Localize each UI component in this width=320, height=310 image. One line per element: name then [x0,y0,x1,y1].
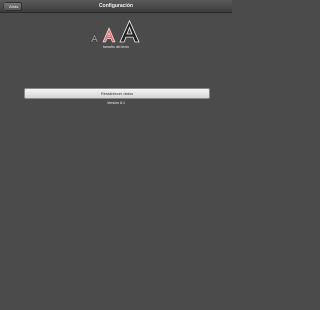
version-label: Versión 8.1 [107,101,125,105]
page-title: Configuración [99,3,133,9]
font-size-large-icon[interactable] [119,20,140,43]
font-size-medium-icon[interactable] [102,27,116,43]
font-size-selector [88,20,144,46]
font-size-small-icon[interactable] [90,33,99,43]
restore-data-button[interactable]: Restablecer datos [24,88,210,99]
navigation-bar: Atrás Configuración [0,0,232,13]
font-size-label: tamaño del texto [103,45,129,49]
